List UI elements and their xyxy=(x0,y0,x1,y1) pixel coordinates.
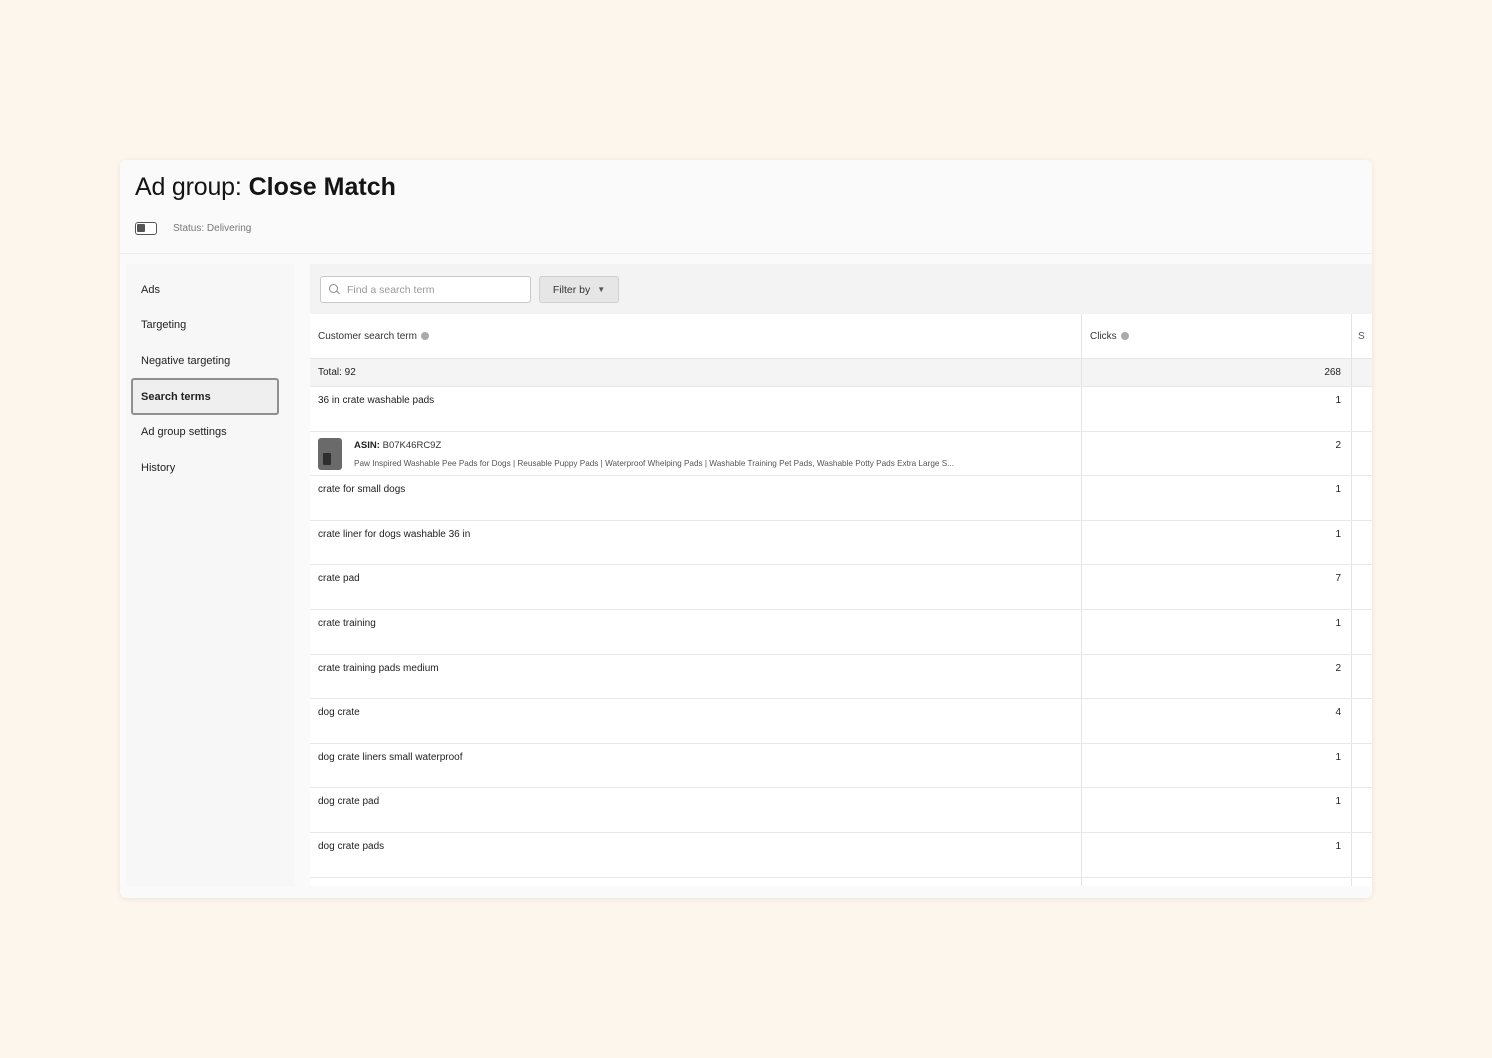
table-row[interactable]: dog crate 4 xyxy=(310,699,1372,744)
row-extra-cell xyxy=(1352,432,1372,476)
row-extra-cell xyxy=(1352,565,1372,609)
table-row[interactable]: dog crate pad 1 xyxy=(310,788,1372,833)
table-row-asin[interactable]: ASIN: B07K46RC9Z Paw Inspired Washable P… xyxy=(310,431,1372,477)
clicks-cell: 1 xyxy=(1082,788,1352,832)
product-thumbnail xyxy=(318,437,342,470)
filter-by-button[interactable]: Filter by ▼ xyxy=(539,276,619,303)
row-extra-cell xyxy=(1352,610,1372,654)
table-row[interactable]: 36 in crate washable pads 1 xyxy=(310,387,1372,432)
search-term-cell: dog crate pad xyxy=(310,788,1082,832)
search-box[interactable] xyxy=(320,276,531,303)
table-row[interactable]: crate training 1 xyxy=(310,609,1372,655)
table-row[interactable]: dog crate pads 1 xyxy=(310,832,1372,878)
table-row[interactable]: crate training pads medium 2 xyxy=(310,654,1372,700)
total-label: Total: 92 xyxy=(310,359,1082,386)
row-extra-cell xyxy=(1352,476,1372,520)
table-row[interactable]: dog crate liners small waterproof 1 xyxy=(310,743,1372,789)
clicks-cell: 7 xyxy=(1082,565,1352,609)
row-extra-cell xyxy=(1352,788,1372,832)
search-term-cell: dog crate xyxy=(310,699,1082,743)
column-header-clicks[interactable]: Clicks xyxy=(1082,314,1352,358)
status-toggle-icon[interactable] xyxy=(135,222,157,235)
clicks-cell: 1 xyxy=(1082,743,1352,788)
table-row[interactable] xyxy=(310,877,1372,886)
search-terms-table: Customer search term Clicks S Total: 92 … xyxy=(310,314,1372,886)
table-toolbar: Filter by ▼ xyxy=(310,264,1372,314)
sidebar-item-targeting[interactable]: Targeting xyxy=(131,308,279,342)
filter-by-label: Filter by xyxy=(552,283,591,296)
clicks-cell: 4 xyxy=(1082,699,1352,743)
asin-product: ASIN: B07K46RC9Z Paw Inspired Washable P… xyxy=(318,437,1081,470)
sidebar-item-search-terms[interactable]: Search terms xyxy=(131,378,279,415)
asin-info: ASIN: B07K46RC9Z Paw Inspired Washable P… xyxy=(354,440,1066,468)
page-title: Ad group: Close Match xyxy=(135,173,396,202)
column-header-label: Customer search term xyxy=(318,331,417,342)
row-extra-cell xyxy=(1352,744,1372,788)
search-term-cell: crate liner for dogs washable 36 in xyxy=(310,520,1082,565)
clicks-cell: 1 xyxy=(1082,520,1352,565)
table-row[interactable]: crate liner for dogs washable 36 in 1 xyxy=(310,520,1372,566)
sidebar-item-negative-targeting[interactable]: Negative targeting xyxy=(131,344,279,378)
ad-group-panel: Ad group: Close Match Status: Delivering … xyxy=(120,160,1372,898)
row-extra-cell xyxy=(1352,699,1372,743)
table-total-row: Total: 92 268 xyxy=(310,359,1372,387)
search-term-cell: dog crate pads xyxy=(310,832,1082,877)
info-icon[interactable] xyxy=(420,332,429,340)
search-term-cell: crate training pads medium xyxy=(310,654,1082,699)
total-extra-cell xyxy=(1352,359,1372,386)
row-extra-cell xyxy=(1352,655,1372,699)
row-extra-cell xyxy=(1352,878,1372,886)
search-icon xyxy=(329,284,340,295)
clicks-cell: 1 xyxy=(1082,476,1352,520)
column-header-label: Clicks xyxy=(1090,331,1117,342)
search-term-cell: ASIN: B07K46RC9Z Paw Inspired Washable P… xyxy=(310,431,1082,476)
clicks-cell xyxy=(1082,877,1352,886)
status-text: Status: Delivering xyxy=(173,223,252,234)
title-prefix: Ad group: xyxy=(135,173,242,201)
status-row: Status: Delivering xyxy=(135,222,251,235)
asin-label: ASIN: xyxy=(354,439,380,451)
table-row[interactable]: crate for small dogs 1 xyxy=(310,476,1372,521)
search-term-cell: dog crate liners small waterproof xyxy=(310,743,1082,788)
sidebar-item-ad-group-settings[interactable]: Ad group settings xyxy=(131,415,279,449)
search-term-cell: crate training xyxy=(310,609,1082,654)
search-terms-main: Filter by ▼ Customer search term Clicks … xyxy=(310,264,1372,886)
total-clicks: 268 xyxy=(1082,359,1352,386)
clicks-cell: 1 xyxy=(1082,609,1352,654)
search-term-cell: crate for small dogs xyxy=(310,476,1082,520)
product-description: Paw Inspired Washable Pee Pads for Dogs … xyxy=(354,458,954,468)
search-input[interactable] xyxy=(347,283,517,296)
sidebar-nav: Ads Targeting Negative targeting Search … xyxy=(126,264,294,886)
table-row[interactable]: crate pad 7 xyxy=(310,565,1372,610)
search-term-cell xyxy=(310,877,1082,886)
sidebar-item-history[interactable]: History xyxy=(131,451,279,485)
sidebar-item-ads[interactable]: Ads xyxy=(131,273,279,307)
clicks-cell: 1 xyxy=(1082,387,1352,431)
clicks-cell: 2 xyxy=(1082,654,1352,699)
clicks-cell: 1 xyxy=(1082,832,1352,877)
ad-group-header: Ad group: Close Match Status: Delivering xyxy=(120,160,1372,254)
search-term-cell: 36 in crate washable pads xyxy=(310,387,1082,431)
chevron-down-icon: ▼ xyxy=(597,285,606,294)
search-term-cell: crate pad xyxy=(310,565,1082,609)
ad-group-name: Close Match xyxy=(248,173,396,201)
table-header-row: Customer search term Clicks S xyxy=(310,314,1372,359)
row-extra-cell xyxy=(1352,387,1372,431)
asin-value[interactable]: B07K46RC9Z xyxy=(383,440,442,451)
info-icon[interactable] xyxy=(1120,332,1129,340)
column-header-next[interactable]: S xyxy=(1352,314,1372,358)
clicks-cell: 2 xyxy=(1082,431,1352,476)
row-extra-cell xyxy=(1352,521,1372,565)
row-extra-cell xyxy=(1352,833,1372,877)
column-header-search-term[interactable]: Customer search term xyxy=(310,314,1082,358)
